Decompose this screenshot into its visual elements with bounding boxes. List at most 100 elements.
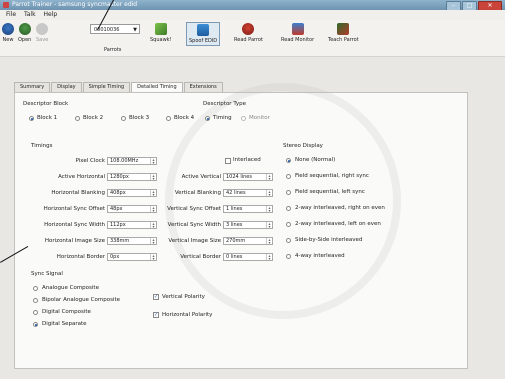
menu-bar: File Talk Help — [0, 10, 505, 20]
monitor-label: Monitor — [249, 115, 270, 121]
stereo-4way-label: 4-way interleaved — [295, 253, 345, 259]
vertical-border-value: 0 lines — [226, 254, 243, 260]
stereo-side-by-side-radio[interactable] — [286, 238, 291, 243]
spoof-edid-label: Spoof EDID — [189, 38, 218, 44]
squawk-button[interactable]: Squawk! — [150, 23, 172, 43]
horizontal-sync-offset-input[interactable]: 48px ▴ ▾ — [107, 205, 157, 213]
new-parrot-icon — [2, 23, 14, 35]
analogue-composite-label: Analogue Composite — [42, 285, 99, 291]
block-4-radio[interactable] — [166, 116, 171, 121]
horizontal-border-value: 0px — [110, 254, 120, 260]
vertical-polarity-checkbox[interactable]: ✓ — [153, 294, 159, 300]
descriptor-type-title: Descriptor Type — [203, 101, 246, 107]
spin-arrows-icon: ▴ ▾ — [150, 206, 156, 213]
horizontal-polarity-label: Horizontal Polarity — [162, 312, 213, 318]
monitor-radio[interactable] — [241, 116, 246, 121]
stereo-2way-left-label: 2-way interleaved, left on even — [295, 221, 381, 227]
stereo-2way-left-radio[interactable] — [286, 222, 291, 227]
new-button[interactable]: New — [2, 23, 14, 43]
chevron-down-icon: ▼ — [133, 27, 137, 33]
horizontal-blanking-value: 408px — [110, 190, 126, 196]
stereo-field-right-radio[interactable] — [286, 174, 291, 179]
block-1-label: Block 1 — [37, 115, 58, 121]
pixel-clock-label: Pixel Clock — [75, 158, 105, 164]
block-2-radio[interactable] — [75, 116, 80, 121]
timing-radio[interactable] — [205, 116, 210, 121]
menu-file[interactable]: File — [6, 10, 16, 20]
tab-simple-timing[interactable]: Simple Timing — [82, 82, 131, 92]
vertical-image-size-label: Vertical Image Size — [168, 238, 221, 244]
tab-display[interactable]: Display — [51, 82, 82, 92]
spoof-edid-button[interactable]: Spoof EDID — [186, 22, 221, 46]
vertical-sync-width-input[interactable]: 3 lines ▴ ▾ — [223, 221, 273, 229]
stereo-field-right-label: Field sequential, right sync — [295, 173, 369, 179]
bipolar-analogue-composite-radio[interactable] — [33, 298, 38, 303]
block-4-label: Block 4 — [174, 115, 195, 121]
read-parrot-label: Read Parrot — [234, 37, 263, 43]
vertical-image-size-input[interactable]: 270mm ▴ ▾ — [223, 237, 273, 245]
horizontal-blanking-input[interactable]: 408px ▴ ▾ — [107, 189, 157, 197]
watermark — [165, 83, 401, 319]
stereo-4way-radio[interactable] — [286, 254, 291, 259]
save-parrot-icon — [36, 23, 49, 35]
squawk-icon — [154, 23, 167, 35]
stereo-none-radio[interactable] — [286, 158, 291, 163]
read-parrot-icon — [242, 23, 255, 35]
read-monitor-button[interactable]: Read Monitor — [281, 23, 314, 43]
vertical-sync-offset-input[interactable]: 1 lines ▴ ▾ — [223, 205, 273, 213]
menu-help[interactable]: Help — [44, 10, 58, 20]
vertical-blanking-input[interactable]: 42 lines ▴ ▾ — [223, 189, 273, 197]
save-button[interactable]: Save — [36, 23, 48, 43]
read-parrot-button[interactable]: Read Parrot — [234, 23, 263, 43]
spoof-edid-icon — [197, 24, 210, 36]
digital-composite-radio[interactable] — [33, 310, 38, 315]
vertical-sync-width-value: 3 lines — [226, 222, 243, 228]
spin-arrows-icon: ▴ ▾ — [266, 222, 272, 229]
title-bar: Parrot Trainer - samsung syncmaster edid… — [0, 0, 505, 11]
spin-arrows-icon: ▴ ▾ — [150, 158, 156, 165]
sync-signal-title: Sync Signal — [31, 271, 63, 277]
stereo-none-label: None (Normal) — [295, 157, 336, 163]
horizontal-sync-width-value: 112px — [110, 222, 126, 228]
spin-arrows-icon: ▴ ▾ — [150, 238, 156, 245]
horizontal-sync-offset-label: Horizontal Sync Offset — [43, 206, 105, 212]
menu-talk[interactable]: Talk — [24, 10, 36, 20]
vertical-sync-offset-label: Vertical Sync Offset — [167, 206, 221, 212]
save-label: Save — [36, 37, 49, 43]
active-horizontal-input[interactable]: 1280px ▴ ▾ — [107, 173, 157, 181]
vertical-blanking-label: Vertical Blanking — [174, 190, 221, 196]
open-button[interactable]: Open — [18, 23, 31, 43]
teach-parrot-button[interactable]: Teach Parrot — [328, 23, 359, 43]
horizontal-border-input[interactable]: 0px ▴ ▾ — [107, 253, 157, 261]
app-icon — [3, 2, 9, 8]
descriptor-block-title: Descriptor Block — [23, 101, 69, 107]
stereo-field-left-radio[interactable] — [286, 190, 291, 195]
timing-label: Timing — [213, 115, 232, 121]
block-3-radio[interactable] — [121, 116, 126, 121]
spin-arrows-icon: ▴ ▾ — [266, 238, 272, 245]
horizontal-sync-width-input[interactable]: 112px ▴ ▾ — [107, 221, 157, 229]
tab-extensions[interactable]: Extensions — [183, 82, 223, 92]
spin-arrows-icon: ▴ ▾ — [150, 190, 156, 197]
analogue-composite-radio[interactable] — [33, 286, 38, 291]
horizontal-image-size-input[interactable]: 338mm ▴ ▾ — [107, 237, 157, 245]
vertical-border-input[interactable]: 0 lines ▴ ▾ — [223, 253, 273, 261]
toolbar: New Open Save 00010036 ▼ Parrots Squawk!… — [0, 20, 505, 57]
block-1-radio[interactable] — [29, 116, 34, 121]
pixel-clock-input[interactable]: 108.00MHz ▴ ▾ — [107, 157, 157, 165]
detailed-timing-panel: Descriptor Block Block 1 Block 2 Block 3… — [14, 83, 468, 369]
horizontal-border-label: Horizontal Border — [56, 254, 105, 260]
read-monitor-label: Read Monitor — [281, 37, 315, 43]
block-3-label: Block 3 — [129, 115, 150, 121]
active-vertical-value: 1024 lines — [226, 174, 252, 180]
active-vertical-input[interactable]: 1024 lines ▴ ▾ — [223, 173, 273, 181]
spin-arrows-icon: ▴ ▾ — [150, 254, 156, 261]
horizontal-image-size-value: 338mm — [110, 238, 130, 244]
horizontal-blanking-label: Horizontal Blanking — [51, 190, 105, 196]
stereo-2way-right-radio[interactable] — [286, 206, 291, 211]
tab-summary[interactable]: Summary — [14, 82, 51, 92]
digital-separate-radio[interactable] — [33, 322, 38, 327]
pixel-clock-value: 108.00MHz — [110, 158, 139, 164]
interlaced-checkbox[interactable] — [225, 158, 231, 164]
horizontal-polarity-checkbox[interactable]: ✓ — [153, 312, 159, 318]
